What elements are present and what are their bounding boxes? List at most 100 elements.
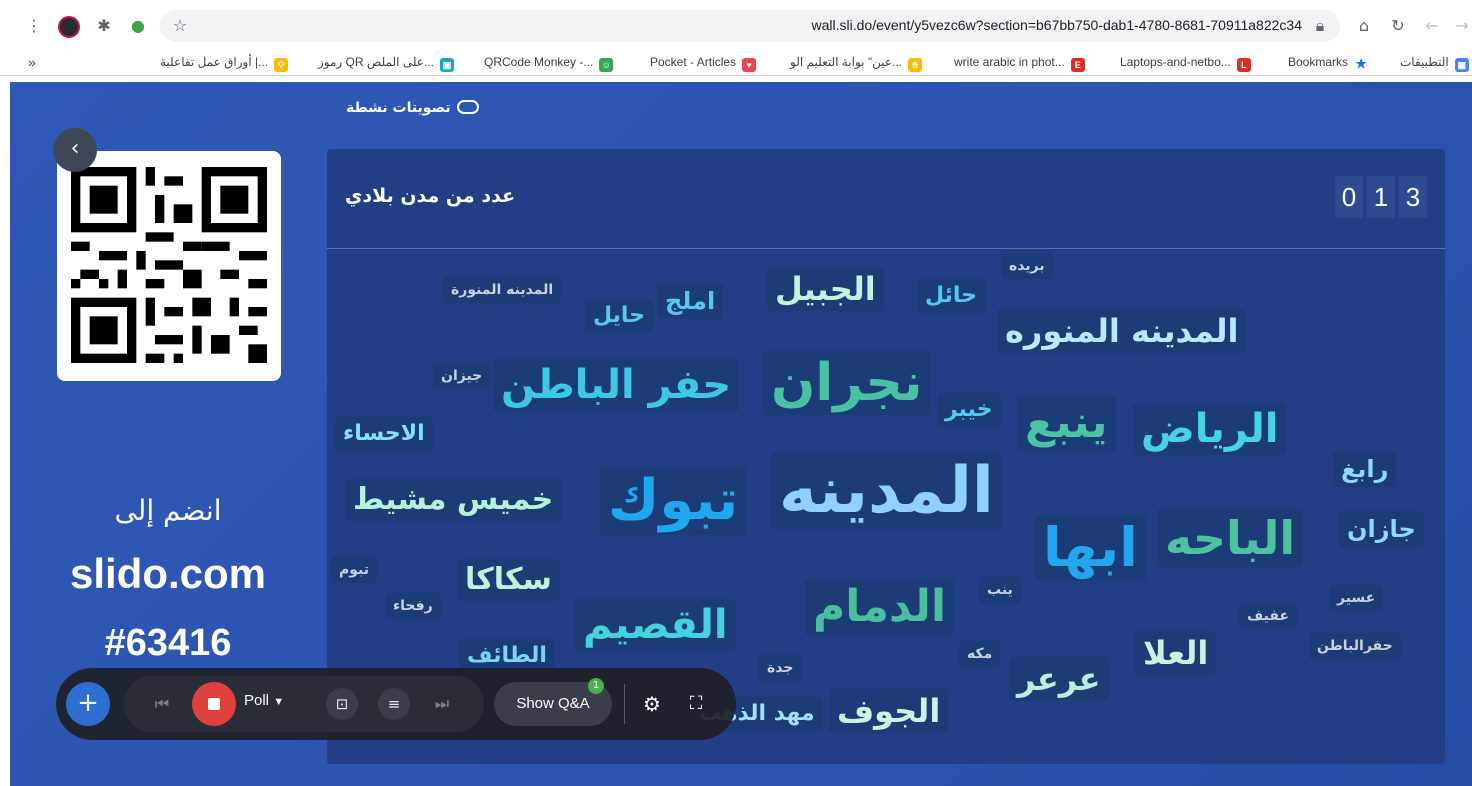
qr-code	[57, 151, 281, 381]
cloud-word: عرعر	[1009, 657, 1109, 701]
bookmark-item[interactable]: عين" بوابة التعليم الو... ✋︎	[790, 52, 923, 72]
add-button[interactable]: +	[66, 682, 110, 726]
bookmark-label: Laptops-and-netbo...	[1120, 55, 1231, 69]
bookmark-item[interactable]: write arabic in phot... E	[954, 52, 1085, 72]
reload-icon[interactable]: ↻	[1388, 16, 1408, 36]
join-label: انضم إلى	[114, 494, 222, 527]
menu-dots-icon[interactable]: ⋮	[24, 16, 44, 36]
counter-digit: 3	[1399, 176, 1427, 218]
more-bookmarks-button[interactable]: »	[28, 52, 36, 72]
star-icon: ★	[1354, 56, 1369, 71]
e-favicon: E	[1070, 58, 1085, 72]
cloud-word: المدينه المنوره	[997, 309, 1247, 353]
cloud-word: حفرالباطن	[1309, 633, 1401, 659]
cloud-word: الباحه	[1157, 509, 1304, 567]
qr-code-image	[71, 167, 267, 363]
cloud-word: حفر الباطن	[493, 359, 740, 411]
extensions-puzzle-icon[interactable]: ✱	[94, 16, 114, 36]
browser-chrome: ⋮ ✱ ● ☆ wall.sli.do/event/y5vezc6w?secti…	[0, 0, 1472, 80]
collapse-sidebar-button[interactable]: ‹	[53, 128, 97, 172]
bookmark-label: Bookmarks	[1288, 55, 1349, 69]
back-arrow-icon[interactable]: ←	[1422, 16, 1442, 36]
cloud-word: العلا	[1135, 631, 1217, 675]
cloud-word: ابها	[1035, 515, 1146, 581]
profile-avatar[interactable]	[58, 16, 80, 38]
bookmark-item[interactable]: QRCode Monkey -... ☺︎	[484, 52, 614, 72]
poll-header: عدد من مدن بلادي 0 1 3	[327, 149, 1445, 249]
cloud-word: نجران	[763, 351, 931, 415]
bookmark-label: رموز QR على الملص...	[318, 55, 434, 69]
slido-presentation: تصويتات نشطة ‹ انضم إلى slido.com #63416…	[10, 82, 1472, 786]
previous-icon[interactable]: ⏮︎	[146, 688, 178, 720]
bookmarks-bar: » التطبيقات ▦ Bookmarks ★ Laptops-and-netb…	[0, 48, 1472, 76]
cloud-word: تبوم	[331, 557, 378, 583]
cloud-word: الاحساء	[335, 417, 433, 451]
stop-button[interactable]	[192, 682, 236, 726]
toolbar-divider	[624, 684, 625, 724]
home-icon[interactable]: ⌂	[1354, 16, 1374, 36]
bookmark-label: write arabic in phot...	[954, 55, 1065, 69]
active-polls-label: تصويتات نشطة	[346, 100, 451, 116]
cloud-word: ينب	[979, 577, 1021, 603]
cloud-word: عسير	[1329, 585, 1384, 611]
qr-favicon: ▣	[439, 58, 454, 72]
bookmark-label: QRCode Monkey -...	[484, 55, 594, 69]
cloud-word: جازان	[1339, 511, 1424, 547]
bookmark-item[interactable]: Laptops-and-netbo... L	[1120, 52, 1251, 72]
results-icon[interactable]: ≡	[378, 688, 410, 720]
bookmark-star-icon[interactable]: ☆	[170, 16, 190, 36]
bookmark-label: أوراق عمل تفاعلية |...	[160, 55, 269, 69]
poll-title: عدد من مدن بلادي	[345, 185, 516, 207]
apps-grid-icon: ▦	[1454, 58, 1469, 72]
cloud-word: مكه	[959, 641, 1001, 667]
cloud-icon	[456, 100, 479, 114]
join-site: slido.com	[69, 550, 267, 597]
bookmark-label: عين" بوابة التعليم الو...	[790, 55, 903, 69]
qa-badge: 1	[588, 678, 604, 694]
l-favicon: L	[1236, 58, 1251, 72]
cloud-word: جيزان	[433, 363, 491, 389]
counter-digit: 1	[1367, 176, 1395, 218]
monkey-favicon: ☺︎	[599, 58, 614, 72]
cloud-word: رابغ	[1333, 451, 1397, 487]
settings-gear-icon[interactable]: ⚙	[636, 688, 668, 720]
active-polls-header[interactable]: تصويتات نشطة	[346, 100, 479, 116]
cloud-word: جدة	[759, 655, 802, 681]
bookmark-label: Pocket - Articles	[650, 55, 737, 69]
bookmark-item[interactable]: أوراق عمل تفاعلية |... 💡︎	[160, 52, 289, 72]
next-icon[interactable]: ⏭︎	[426, 688, 458, 720]
pocket-icon: ♥	[742, 58, 757, 72]
counter-digit: 0	[1335, 176, 1363, 218]
lock-icon[interactable]: 🔒︎	[1310, 16, 1330, 36]
cloud-word: بريده	[1001, 253, 1053, 279]
bookmark-label: التطبيقات	[1400, 55, 1449, 69]
cloud-word: عفيف	[1239, 603, 1298, 629]
cloud-word: المدينه المنورة	[443, 277, 562, 303]
cloud-word: الجبيل	[767, 267, 884, 311]
poll-dropdown[interactable]: Poll ▼	[244, 692, 284, 709]
event-code: #63416	[104, 622, 232, 664]
address-bar[interactable]: ☆ wall.sli.do/event/y5vezc6w?section=b67…	[160, 10, 1340, 42]
bookmark-item[interactable]: رموز QR على الملص... ▣	[318, 52, 454, 72]
lock-icon[interactable]: ⊡	[326, 688, 358, 720]
cloud-word: خيبر	[937, 393, 1001, 427]
forward-arrow-icon[interactable]: →	[1452, 16, 1472, 36]
chevron-down-icon: ▼	[273, 696, 285, 708]
cloud-word: رفحاء	[385, 593, 441, 619]
presenter-toolbar: + ⏮︎ Poll ▼ ⊡ ≡ ⏭︎ Show Q&A 1 ⚙ ⛶	[56, 668, 736, 740]
cloud-word: تبوك	[600, 467, 747, 535]
cloud-word: الدمام	[805, 579, 955, 635]
cloud-word: حايل	[585, 299, 654, 333]
fullscreen-icon[interactable]: ⛶	[680, 688, 712, 720]
cloud-word: الجوف	[829, 689, 949, 733]
url-text[interactable]: wall.sli.do/event/y5vezc6w?section=b67bb…	[812, 17, 1303, 33]
bookmark-item[interactable]: Pocket - Articles ♥	[650, 52, 757, 72]
cloud-word: المدينه	[771, 453, 1002, 529]
cloud-word: املج	[657, 283, 724, 319]
bookmark-item[interactable]: Bookmarks ★	[1288, 52, 1369, 72]
cloud-word: الرياض	[1133, 403, 1287, 455]
extension-globe-icon[interactable]: ●	[128, 16, 148, 36]
bookmark-item[interactable]: التطبيقات ▦	[1400, 52, 1469, 72]
address-row: ⋮ ✱ ● ☆ wall.sli.do/event/y5vezc6w?secti…	[0, 6, 1472, 46]
hand-favicon: ✋︎	[908, 58, 923, 72]
